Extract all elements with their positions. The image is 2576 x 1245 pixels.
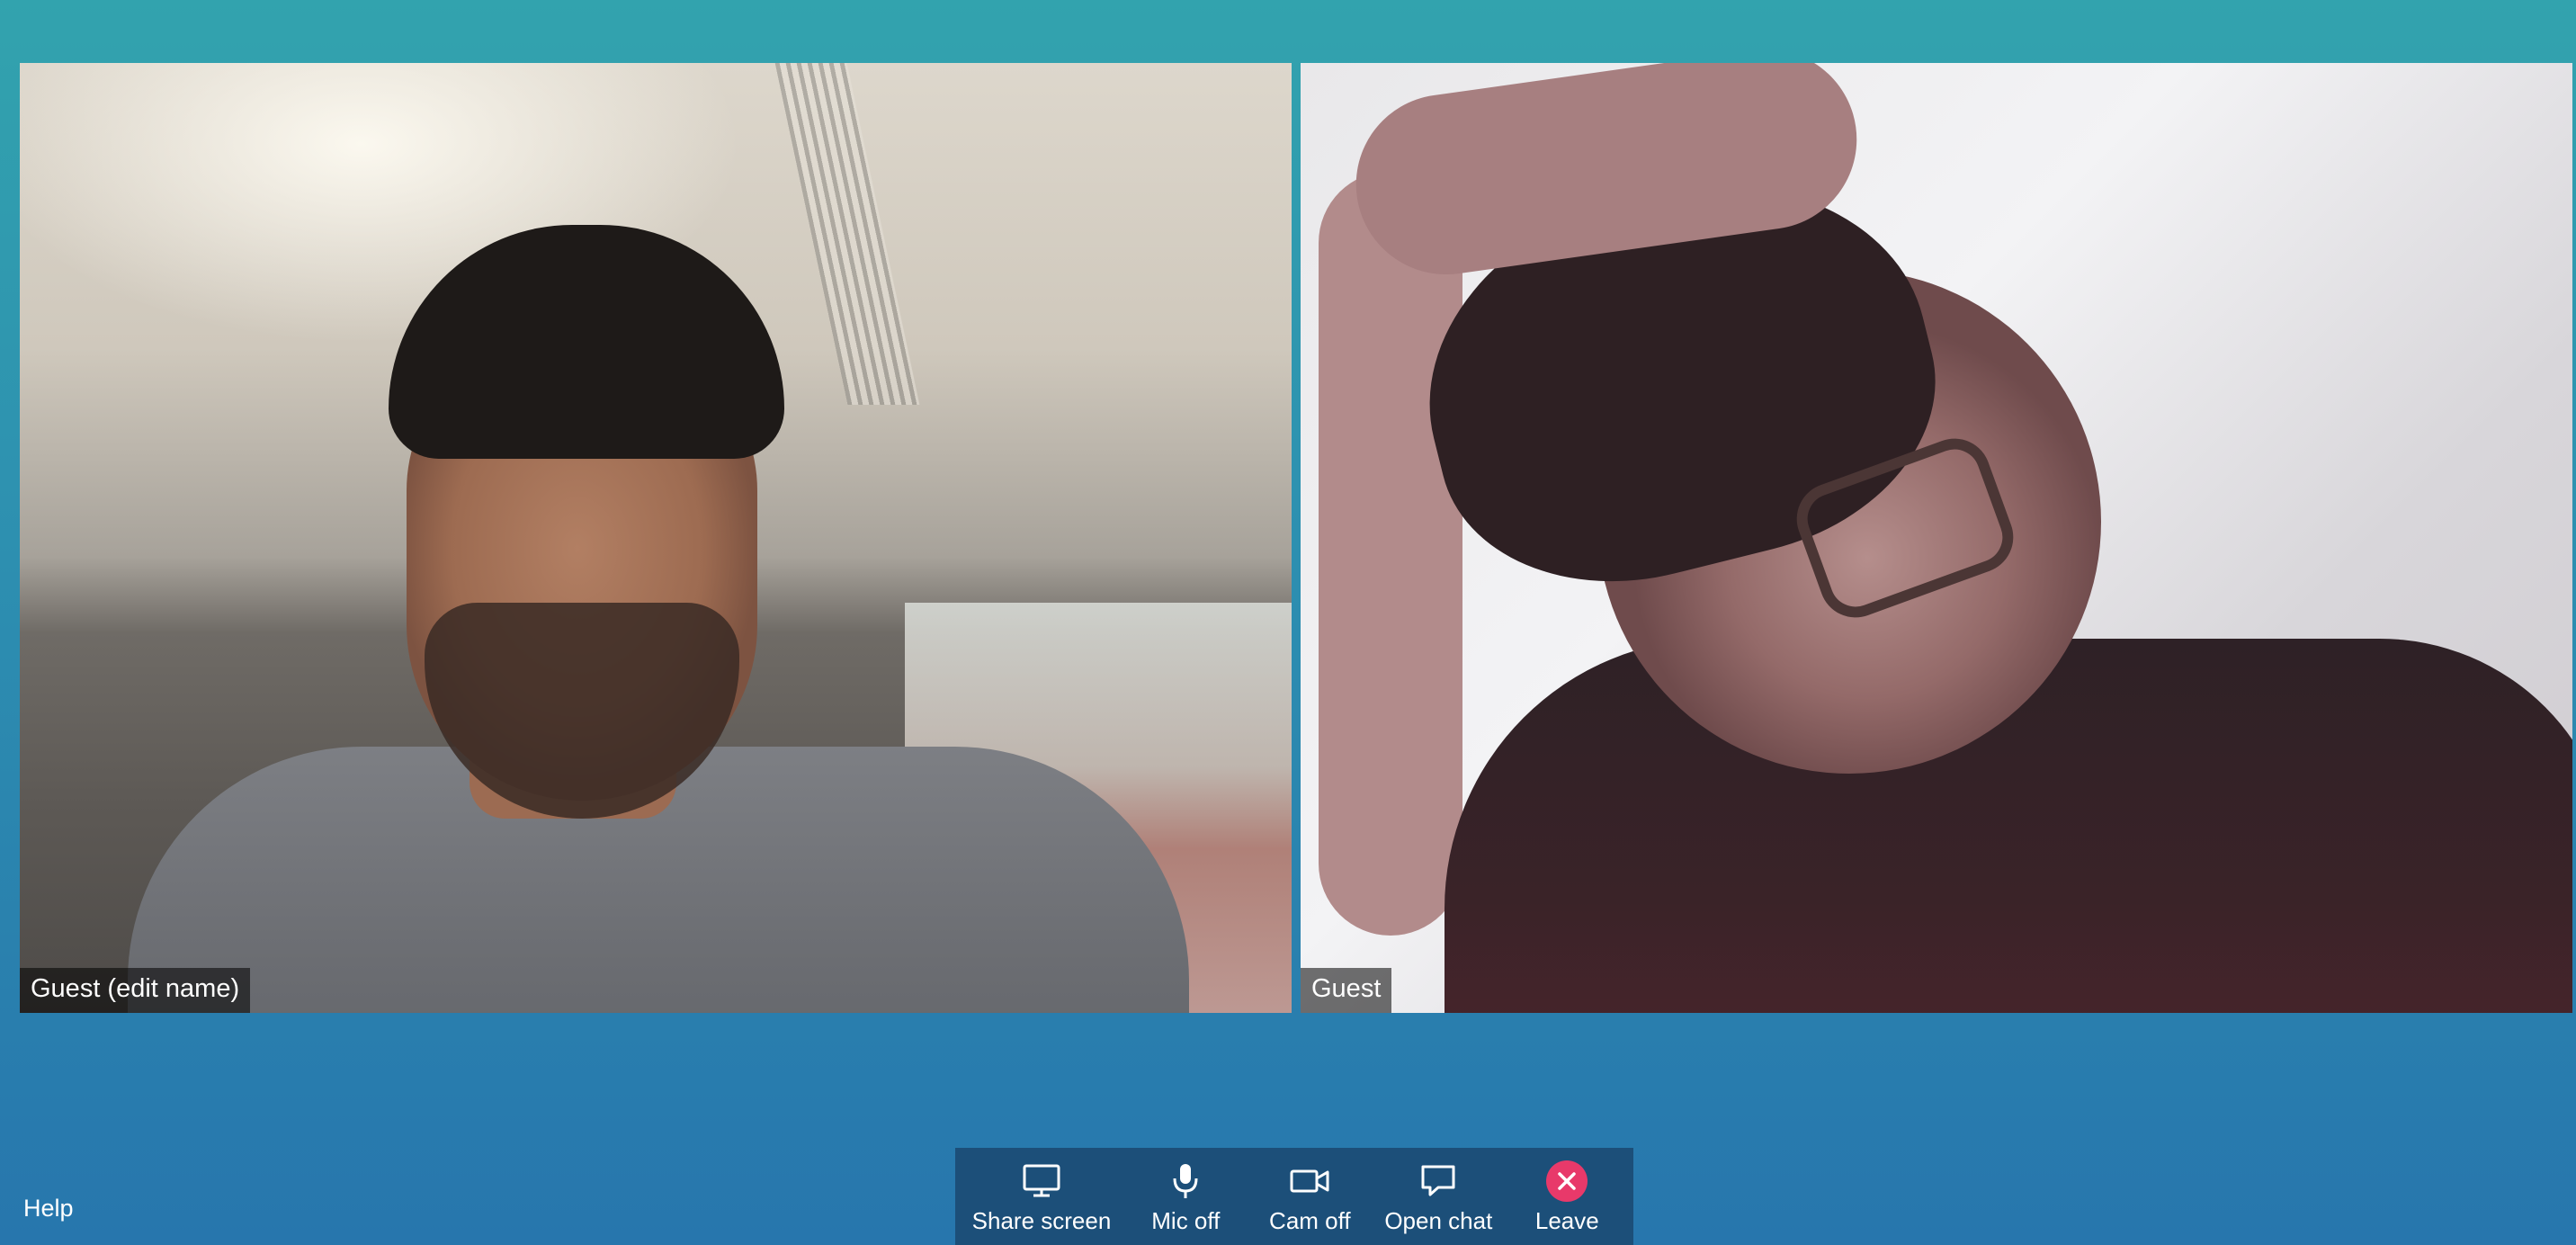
monitor-icon: [1023, 1160, 1060, 1202]
mic-label: Mic off: [1151, 1207, 1221, 1234]
cam-label: Cam off: [1269, 1207, 1351, 1234]
close-icon: [1546, 1160, 1588, 1202]
leave-icon: [1546, 1160, 1588, 1202]
open-chat-button[interactable]: Open chat: [1372, 1148, 1505, 1245]
ceiling-vent: [774, 63, 920, 405]
share-screen-button[interactable]: Share screen: [960, 1148, 1124, 1245]
leave-button[interactable]: Leave: [1505, 1148, 1629, 1245]
local-name-tag[interactable]: Guest (edit name): [20, 968, 251, 1013]
call-toolbar: Share screen Mic off Cam off Open chat L…: [955, 1148, 1633, 1245]
remote-video-tile: Guest: [1301, 63, 2572, 1013]
open-chat-label: Open chat: [1384, 1207, 1493, 1234]
video-camera-icon: [1290, 1160, 1329, 1202]
microphone-icon: [1171, 1160, 1200, 1202]
remote-name-tag: Guest: [1301, 968, 1392, 1013]
chat-bubble-icon: [1420, 1160, 1456, 1202]
person-hair: [389, 225, 784, 459]
mic-toggle-button[interactable]: Mic off: [1123, 1148, 1248, 1245]
remote-video-feed: [1301, 63, 2572, 1013]
help-link[interactable]: Help: [23, 1195, 74, 1223]
local-video-tile: Guest (edit name): [20, 63, 1292, 1013]
leave-label: Leave: [1534, 1207, 1599, 1234]
share-screen-label: Share screen: [971, 1207, 1112, 1234]
local-video-feed: [20, 63, 1292, 1013]
cam-toggle-button[interactable]: Cam off: [1248, 1148, 1372, 1245]
person-arm: [1319, 171, 1462, 936]
